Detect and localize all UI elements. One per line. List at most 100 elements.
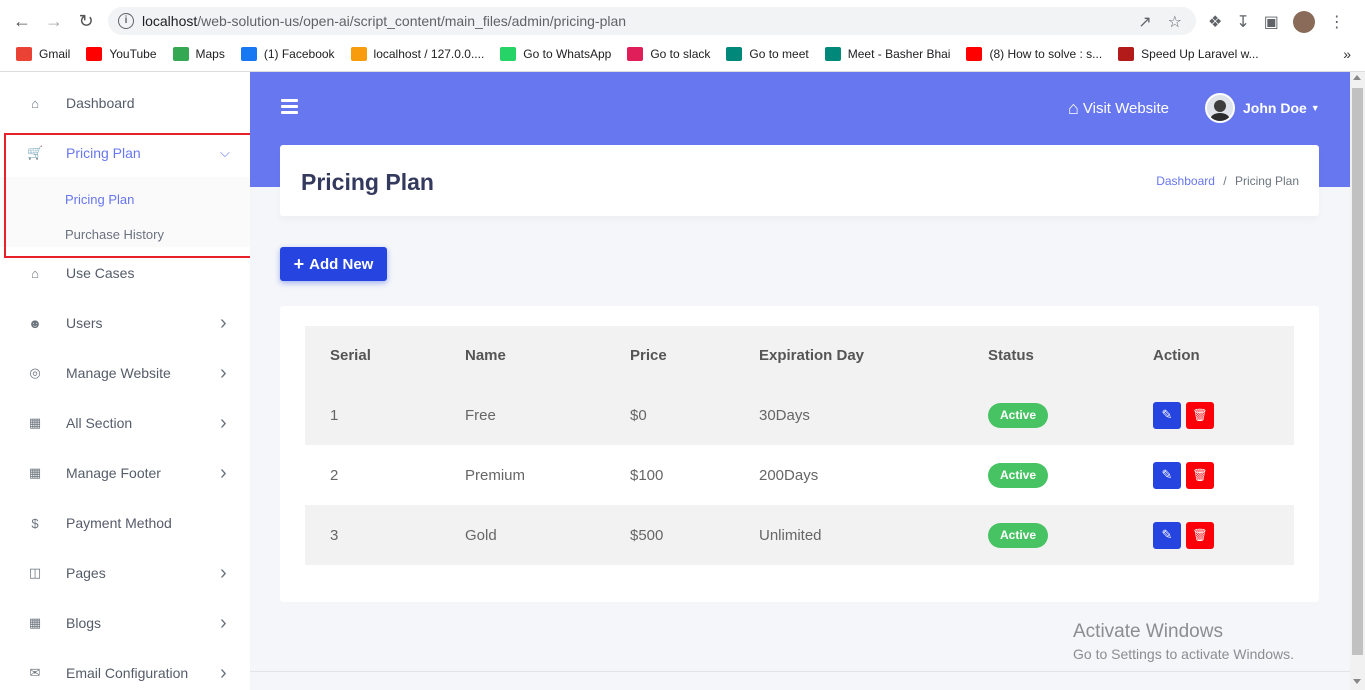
cell-price: $500: [605, 505, 734, 565]
chevron-right-icon: ›: [220, 311, 227, 334]
url-host: localhost: [142, 13, 198, 29]
whatsapp-icon: [500, 47, 517, 61]
sidebar-item-pages[interactable]: ◫ Pages ›: [0, 548, 250, 598]
laravel-icon: [1118, 47, 1135, 61]
facebook-icon: [240, 47, 257, 61]
table-header-row: Serial Name Price Expiration Day Status Actio…: [305, 326, 1294, 385]
row-actions: ✎ 🗑: [1153, 401, 1214, 429]
cell-name: Gold: [440, 505, 605, 565]
address-bar[interactable]: i localhost/web-solution-us/open-ai/scri…: [108, 7, 1196, 35]
bookmark-item[interactable]: Go to meet: [726, 47, 809, 61]
column-header: Status: [963, 326, 1128, 385]
edit-button[interactable]: ✎: [1153, 461, 1181, 489]
trash-icon: 🗑: [1192, 468, 1208, 482]
sidebar-item-dashboard[interactable]: ⌂ Dashboard: [0, 78, 250, 128]
maps-icon: [172, 47, 189, 61]
bookmark-label: Meet - Basher Bhai: [847, 47, 951, 61]
bookmark-label: Speed Up Laravel w...: [1141, 47, 1259, 61]
bookmark-item[interactable]: YouTube: [86, 47, 157, 61]
sidebar-item-payment-method[interactable]: $ Payment Method: [0, 498, 250, 548]
profile-avatar[interactable]: [1292, 11, 1315, 33]
sidebar-item-users[interactable]: ☻ Users ›: [0, 298, 250, 348]
bookmark-star-icon[interactable]: ☆: [1168, 12, 1182, 32]
visit-website-link[interactable]: ⌂ Visit Website: [1068, 98, 1169, 119]
sidebar-item-blogs[interactable]: ▦ Blogs ›: [0, 598, 250, 648]
cell-expiration: 30Days: [734, 385, 963, 445]
page-scrollbar[interactable]: [1350, 72, 1365, 690]
delete-button[interactable]: 🗑: [1186, 461, 1214, 489]
edit-button[interactable]: ✎: [1153, 401, 1181, 429]
delete-button[interactable]: 🗑: [1186, 401, 1214, 429]
chevron-right-icon: ›: [220, 561, 227, 584]
scroll-up-icon[interactable]: [1353, 75, 1361, 80]
chevron-right-icon: ›: [220, 661, 227, 684]
bookmark-item[interactable]: Speed Up Laravel w...: [1118, 47, 1259, 61]
youtube-icon: [966, 47, 983, 61]
delete-button[interactable]: 🗑: [1186, 521, 1214, 549]
phpmyadmin-icon: [350, 47, 367, 61]
extensions-icon[interactable]: ❖: [1208, 12, 1222, 32]
cell-expiration: Unlimited: [734, 505, 963, 565]
bookmark-item[interactable]: Go to slack: [627, 47, 710, 61]
bookmark-item[interactable]: (1) Facebook: [240, 47, 335, 61]
cell-name: Premium: [440, 445, 605, 505]
bookmark-item[interactable]: localhost / 127.0.0....: [350, 47, 484, 61]
reload-icon[interactable]: ↻: [76, 11, 96, 31]
footer-divider: [250, 671, 1350, 672]
caret-down-icon: ▼: [1310, 103, 1320, 113]
cell-status: Active: [963, 385, 1128, 445]
edit-icon: ✎: [1161, 407, 1173, 422]
site-info-icon[interactable]: i: [118, 13, 134, 29]
scroll-down-icon[interactable]: [1353, 679, 1361, 684]
share-icon[interactable]: ↗: [1138, 12, 1151, 32]
sidebar-item-label: Pages: [66, 565, 106, 581]
edit-button[interactable]: ✎: [1153, 521, 1181, 549]
sidebar-item-all-section[interactable]: ▦ All Section ›: [0, 398, 250, 448]
globe-icon: ◎: [29, 365, 41, 380]
download-icon[interactable]: ↧: [1236, 12, 1249, 32]
dollar-icon: $: [31, 515, 39, 531]
row-actions: ✎ 🗑: [1153, 461, 1214, 489]
table-row: 3 Gold $500 Unlimited Active ✎ 🗑: [305, 505, 1294, 565]
home-icon: ⌂: [31, 95, 39, 111]
side-panel-icon[interactable]: ▣: [1264, 12, 1279, 32]
breadcrumb: Dashboard / Pricing Plan: [1156, 174, 1299, 188]
cell-price: $0: [605, 385, 734, 445]
bookmark-label: Go to slack: [650, 47, 711, 61]
add-new-button[interactable]: + Add New: [280, 247, 387, 281]
forward-icon[interactable]: →: [44, 11, 64, 31]
status-badge: Active: [988, 462, 1048, 488]
back-icon[interactable]: ←: [12, 11, 32, 31]
bookmark-item[interactable]: Go to WhatsApp: [500, 47, 611, 61]
grid-icon: ▦: [28, 465, 42, 480]
cell-price: $100: [605, 445, 734, 505]
bookmark-item[interactable]: (8) How to solve : s...: [966, 47, 1102, 61]
url-path: /web-solution-us/open-ai/script_content/…: [197, 13, 627, 29]
sidebar-item-manage-footer[interactable]: ▦ Manage Footer ›: [0, 448, 250, 498]
edit-icon: ✎: [1161, 527, 1173, 542]
sidebar-item-email-configuration[interactable]: ✉ Email Configuration ›: [0, 648, 250, 690]
sidebar-item-label: Manage Footer: [66, 465, 161, 481]
sidebar-item-manage-website[interactable]: ◎ Manage Website ›: [0, 348, 250, 398]
user-dropdown[interactable]: John Doe ▼: [1205, 93, 1320, 123]
bookmark-label: (1) Facebook: [263, 47, 335, 61]
bookmark-item[interactable]: Meet - Basher Bhai: [824, 47, 951, 61]
bookmark-label: Gmail: [39, 47, 71, 61]
menu-icon[interactable]: ⋮: [1329, 12, 1345, 32]
breadcrumb-dashboard-link[interactable]: Dashboard: [1156, 174, 1215, 188]
scrollbar-thumb[interactable]: [1352, 88, 1363, 655]
cell-action: ✎ 🗑: [1128, 505, 1294, 565]
watermark-subtitle: Go to Settings to activate Windows.: [1073, 646, 1294, 662]
meet-icon: [824, 47, 841, 61]
hamburger-icon[interactable]: [281, 99, 298, 114]
sidebar-item-label: Payment Method: [66, 515, 172, 531]
bookmark-item[interactable]: Gmail: [16, 47, 70, 61]
grid-icon: ▦: [28, 615, 42, 630]
column-header: Expiration Day: [734, 326, 963, 385]
plus-icon: +: [293, 253, 305, 274]
sidebar-item-label: Manage Website: [66, 365, 171, 381]
bookmark-item[interactable]: Maps: [172, 47, 225, 61]
columns-icon: ◫: [28, 565, 42, 580]
add-new-label: Add New: [309, 255, 374, 273]
more-bookmarks-icon[interactable]: »: [1343, 46, 1351, 62]
